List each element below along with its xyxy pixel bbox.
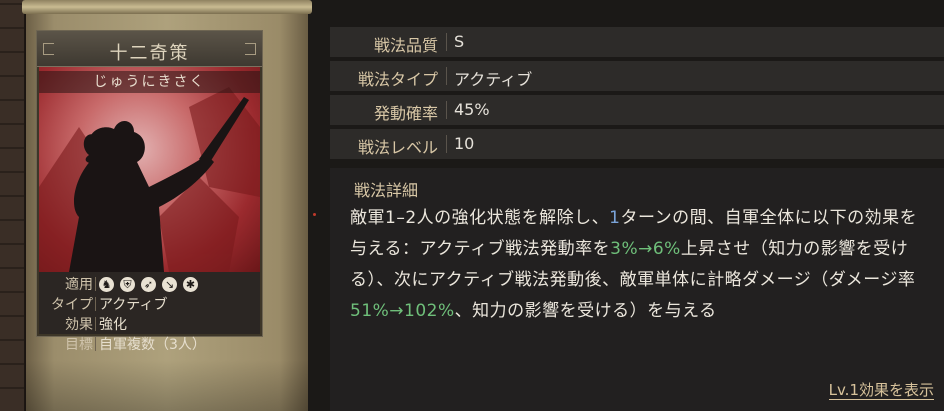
detail-part: 敵軍1–2人の強化状態を解除し、 (350, 208, 610, 228)
prop-row-apply: 適用 ♞ ⛨ ➶ ↘ ✱ (39, 274, 260, 294)
info-row-type: 戦法タイプ アクティブ (330, 61, 944, 91)
card-title-bar: 十二奇策 (37, 31, 262, 67)
corner-ornament-right (245, 43, 256, 55)
info-row-level: 戦法レベル 10 (330, 129, 944, 159)
row-divider (446, 33, 447, 51)
prop-key: 適用 (65, 277, 93, 293)
row-label: 戦法レベル (357, 138, 438, 157)
scroll-roller (22, 0, 312, 14)
row-divider (446, 101, 447, 119)
tactic-card: 十二奇策 じゅうにきさく 適用 ♞ ⛨ ➶ ↘ ✱ タイプ アクティブ 効果 強… (36, 30, 263, 353)
unit-type-icons: ♞ ⛨ ➶ ↘ ✱ (99, 274, 198, 294)
info-row-probability: 発動確率 45% (330, 95, 944, 125)
info-row-quality: 戦法品質 S (330, 27, 944, 57)
row-label: 戦法タイプ (357, 70, 438, 89)
detail-text: 敵軍1–2人の強化状態を解除し、1ターンの間、自軍全体に以下の効果を与える：アク… (350, 203, 930, 327)
turn-count: 1 (609, 208, 621, 228)
indicator-dot (313, 213, 316, 216)
siege-icon: ✱ (183, 276, 198, 292)
shield-icon: ⛨ (120, 276, 135, 292)
scroll-shadow (26, 360, 308, 411)
row-value: 45% (454, 100, 490, 119)
row-label: 発動確率 (373, 104, 438, 123)
rate-increase-value: 3%→6% (610, 239, 681, 259)
card-title: 十二奇策 (109, 43, 190, 64)
tactic-detail-section: 戦法詳細 敵軍1–2人の強化状態を解除し、1ターンの間、自軍全体に以下の効果を与… (330, 168, 944, 411)
show-lv1-effect-link[interactable]: Lv.1効果を表示 (828, 381, 934, 400)
prop-value: 自軍複数（3人） (99, 337, 206, 353)
damage-rate-value: 51%→102% (350, 301, 455, 321)
bow-icon: ➶ (141, 276, 156, 292)
prop-key: 効果 (65, 317, 93, 333)
cavalry-icon: ♞ (99, 276, 114, 292)
row-divider (446, 135, 447, 153)
warrior-silhouette-art (39, 87, 260, 272)
detail-label: 戦法詳細 (354, 181, 419, 200)
prop-row-type: タイプ アクティブ (39, 294, 260, 314)
prop-value: 強化 (99, 317, 127, 333)
detail-part: 、知力の影響を受ける）を与える (454, 301, 717, 321)
tactic-illustration: じゅうにきさく (39, 67, 260, 272)
prop-key: タイプ (51, 297, 93, 313)
row-value: アクティブ (454, 70, 533, 89)
row-value: 10 (454, 134, 475, 153)
card-reading: じゅうにきさく (39, 71, 260, 93)
row-label: 戦法品質 (373, 36, 438, 55)
prop-row-effect: 効果 強化 (39, 314, 260, 334)
prop-row-target: 目標 自軍複数（3人） (39, 334, 260, 354)
row-value: S (454, 32, 465, 51)
prop-key: 目標 (65, 337, 93, 353)
tactic-info-panel: 戦法品質 S 戦法タイプ アクティブ 発動確率 45% 戦法レベル 10 戦法詳… (330, 0, 944, 411)
row-divider (446, 67, 447, 85)
card-properties: 適用 ♞ ⛨ ➶ ↘ ✱ タイプ アクティブ 効果 強化 目標 自軍複数（3人） (39, 274, 260, 354)
spear-icon: ↘ (162, 276, 177, 292)
prop-value: アクティブ (99, 297, 168, 313)
